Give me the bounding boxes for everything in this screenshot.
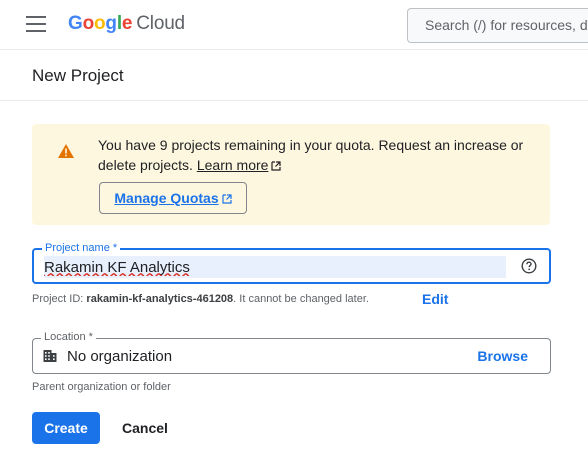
manage-quotas-button[interactable]: Manage Quotas	[99, 182, 247, 214]
new-project-form: You have 9 projects remaining in your qu…	[0, 102, 588, 461]
browse-button[interactable]: Browse	[477, 348, 528, 364]
location-field[interactable]: Location * No organization Browse	[32, 331, 551, 374]
project-name-field[interactable]: Project name *	[32, 242, 551, 284]
project-name-label: Project name *	[42, 242, 121, 255]
google-cloud-logo[interactable]: Google Cloud	[68, 13, 185, 35]
quota-message-text: You have 9 projects remaining in your qu…	[98, 137, 524, 173]
external-link-icon	[222, 194, 232, 204]
logo-product: Cloud	[136, 13, 185, 34]
logo-letter: o	[82, 13, 95, 34]
external-link-icon	[271, 161, 282, 171]
logo-wordmark: Google	[68, 13, 132, 34]
help-circle-icon[interactable]	[521, 258, 537, 274]
project-id-suffix: . It cannot be changed later.	[233, 293, 369, 305]
logo-letter: e	[121, 13, 133, 34]
cancel-button[interactable]: Cancel	[112, 412, 178, 444]
project-id-text: Project ID: rakamin-kf-analytics-461208.…	[32, 293, 369, 305]
edit-project-id-button[interactable]: Edit	[422, 291, 448, 307]
organization-icon	[43, 350, 57, 362]
manage-quotas-label: Manage Quotas	[114, 190, 219, 206]
page-header: New Project	[0, 51, 588, 101]
location-label: Location *	[41, 331, 96, 344]
location-value: No organization	[67, 348, 173, 365]
learn-more-label: Learn more	[196, 157, 269, 173]
project-id-prefix: Project ID:	[32, 293, 84, 305]
learn-more-link[interactable]: Learn more	[197, 157, 269, 173]
project-name-input[interactable]	[44, 256, 506, 278]
logo-letter: g	[105, 13, 117, 34]
logo-letter: o	[94, 13, 106, 34]
warning-icon	[58, 144, 74, 158]
quota-banner: You have 9 projects remaining in your qu…	[32, 124, 550, 225]
create-button[interactable]: Create	[32, 412, 100, 444]
project-id-value: rakamin-kf-analytics-461208	[86, 293, 234, 305]
quota-message: You have 9 projects remaining in your qu…	[98, 135, 538, 175]
page-title: New Project	[32, 66, 124, 85]
top-bar: Google Cloud Search (/) for resources, d	[0, 0, 588, 50]
search-input[interactable]: Search (/) for resources, d	[407, 8, 588, 43]
logo-letter: G	[68, 13, 83, 34]
location-helper-text: Parent organization or folder	[32, 381, 171, 393]
hamburger-menu-icon[interactable]	[26, 16, 46, 34]
